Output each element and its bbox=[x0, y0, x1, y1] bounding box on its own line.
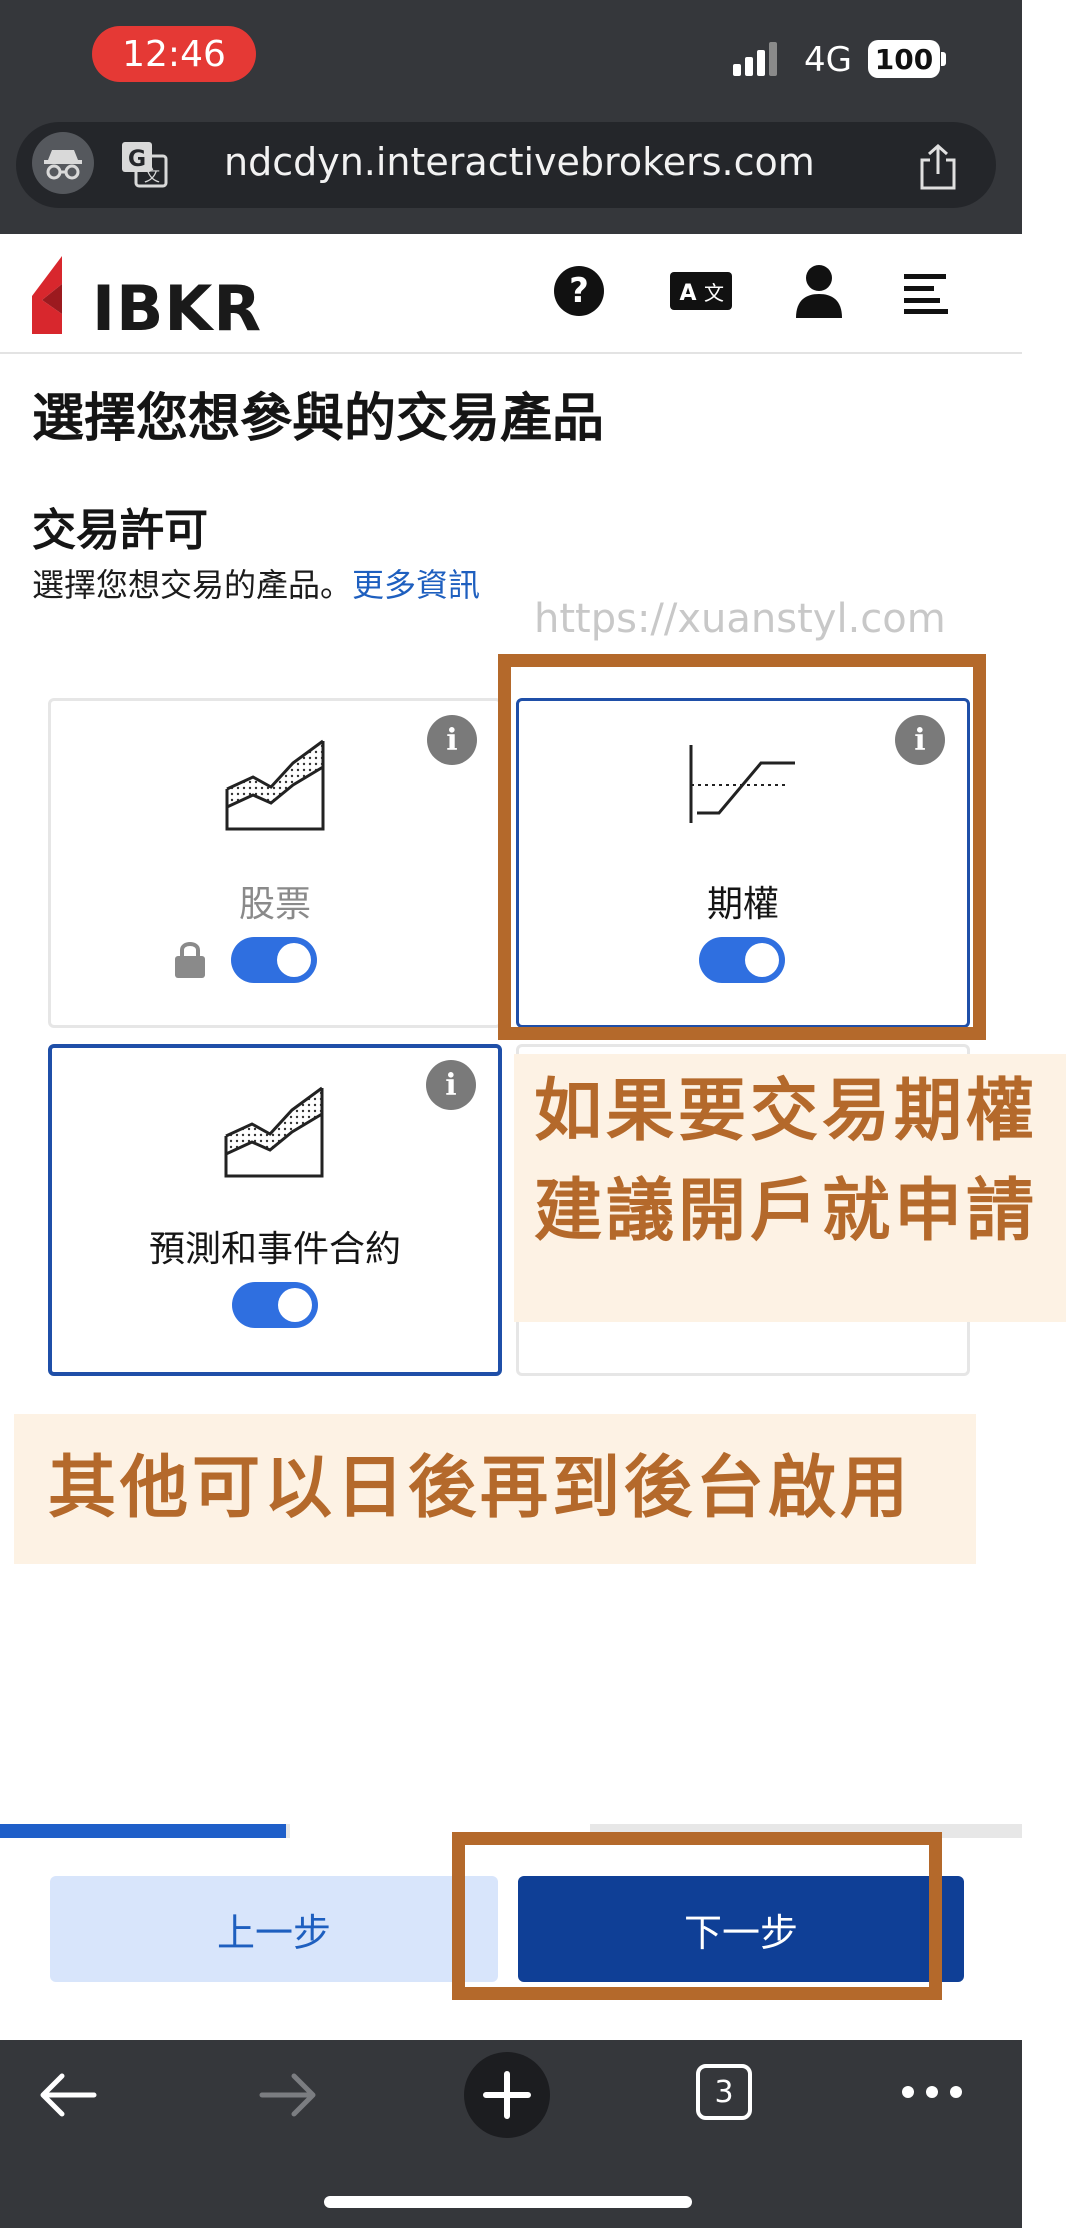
share-icon[interactable] bbox=[918, 144, 958, 190]
progress-fill bbox=[0, 1824, 286, 1838]
info-icon[interactable]: i bbox=[427, 715, 477, 765]
ibkr-logo-text[interactable]: IBKR bbox=[92, 272, 262, 345]
translate-icon[interactable]: G 文 bbox=[120, 140, 168, 188]
toggle-event-contracts[interactable] bbox=[232, 1282, 318, 1328]
status-time: 12:46 bbox=[92, 26, 256, 82]
watermark: https://xuanstyl.com bbox=[534, 596, 946, 642]
forward-arrow-icon[interactable] bbox=[258, 2070, 318, 2120]
product-label-event-contracts: 預測和事件合約 bbox=[148, 1229, 401, 1270]
svg-text:文: 文 bbox=[704, 281, 724, 305]
highlight-box-options bbox=[498, 654, 986, 1040]
menu-icon[interactable] bbox=[904, 272, 954, 314]
language-icon[interactable]: A 文 bbox=[670, 272, 732, 310]
info-icon[interactable]: i bbox=[426, 1060, 476, 1110]
plus-icon bbox=[483, 2071, 531, 2119]
svg-text:文: 文 bbox=[144, 166, 160, 185]
battery-icon: 100 bbox=[868, 40, 940, 78]
more-options-icon[interactable] bbox=[900, 2080, 964, 2104]
product-card-event-contracts[interactable]: i 預測和事件合約 bbox=[48, 1044, 502, 1376]
annotation-line-1: 如果要交易期權 bbox=[534, 1072, 1039, 1151]
page-title: 選擇您想參與的交易產品 bbox=[32, 389, 605, 449]
incognito-icon[interactable] bbox=[32, 132, 94, 194]
user-icon[interactable] bbox=[794, 264, 844, 318]
annotation-text: 其他可以日後再到後台啟用 bbox=[48, 1449, 913, 1528]
help-icon[interactable]: ? bbox=[554, 266, 604, 316]
tabs-count-button[interactable]: 3 bbox=[696, 2064, 752, 2120]
lock-icon bbox=[175, 942, 205, 978]
description-text: 選擇您想交易的產品。 bbox=[32, 566, 353, 604]
toggle-stocks[interactable] bbox=[231, 937, 317, 983]
url-text[interactable]: ndcdyn.interactivebrokers.com bbox=[224, 140, 815, 184]
product-card-stocks[interactable]: i 股票 bbox=[48, 698, 502, 1028]
header-divider bbox=[0, 352, 1022, 354]
annotation-line-2: 建議開戶就申請 bbox=[534, 1172, 1039, 1251]
ibkr-logo-icon[interactable] bbox=[32, 256, 74, 334]
network-type: 4G bbox=[804, 40, 852, 80]
previous-step-button[interactable]: 上一步 bbox=[50, 1876, 498, 1982]
stock-chart-icon bbox=[225, 739, 325, 831]
event-chart-icon bbox=[224, 1086, 324, 1178]
home-indicator bbox=[324, 2196, 692, 2208]
product-label-stocks: 股票 bbox=[238, 884, 311, 925]
svg-text:A: A bbox=[679, 281, 696, 306]
section-title: 交易許可 bbox=[32, 505, 208, 556]
back-arrow-icon[interactable] bbox=[38, 2070, 98, 2120]
annotation-note-others: 其他可以日後再到後台啟用 bbox=[14, 1414, 976, 1564]
battery-cap bbox=[941, 52, 946, 66]
more-info-link[interactable]: 更多資訊 bbox=[352, 566, 480, 604]
highlight-box-next bbox=[452, 1832, 942, 2000]
annotation-note-options: 如果要交易期權 建議開戶就申請 bbox=[514, 1054, 1066, 1322]
signal-icon bbox=[733, 42, 777, 76]
new-tab-button[interactable] bbox=[464, 2052, 550, 2138]
section-description: 選擇您想交易的產品。更多資訊 bbox=[32, 560, 480, 606]
